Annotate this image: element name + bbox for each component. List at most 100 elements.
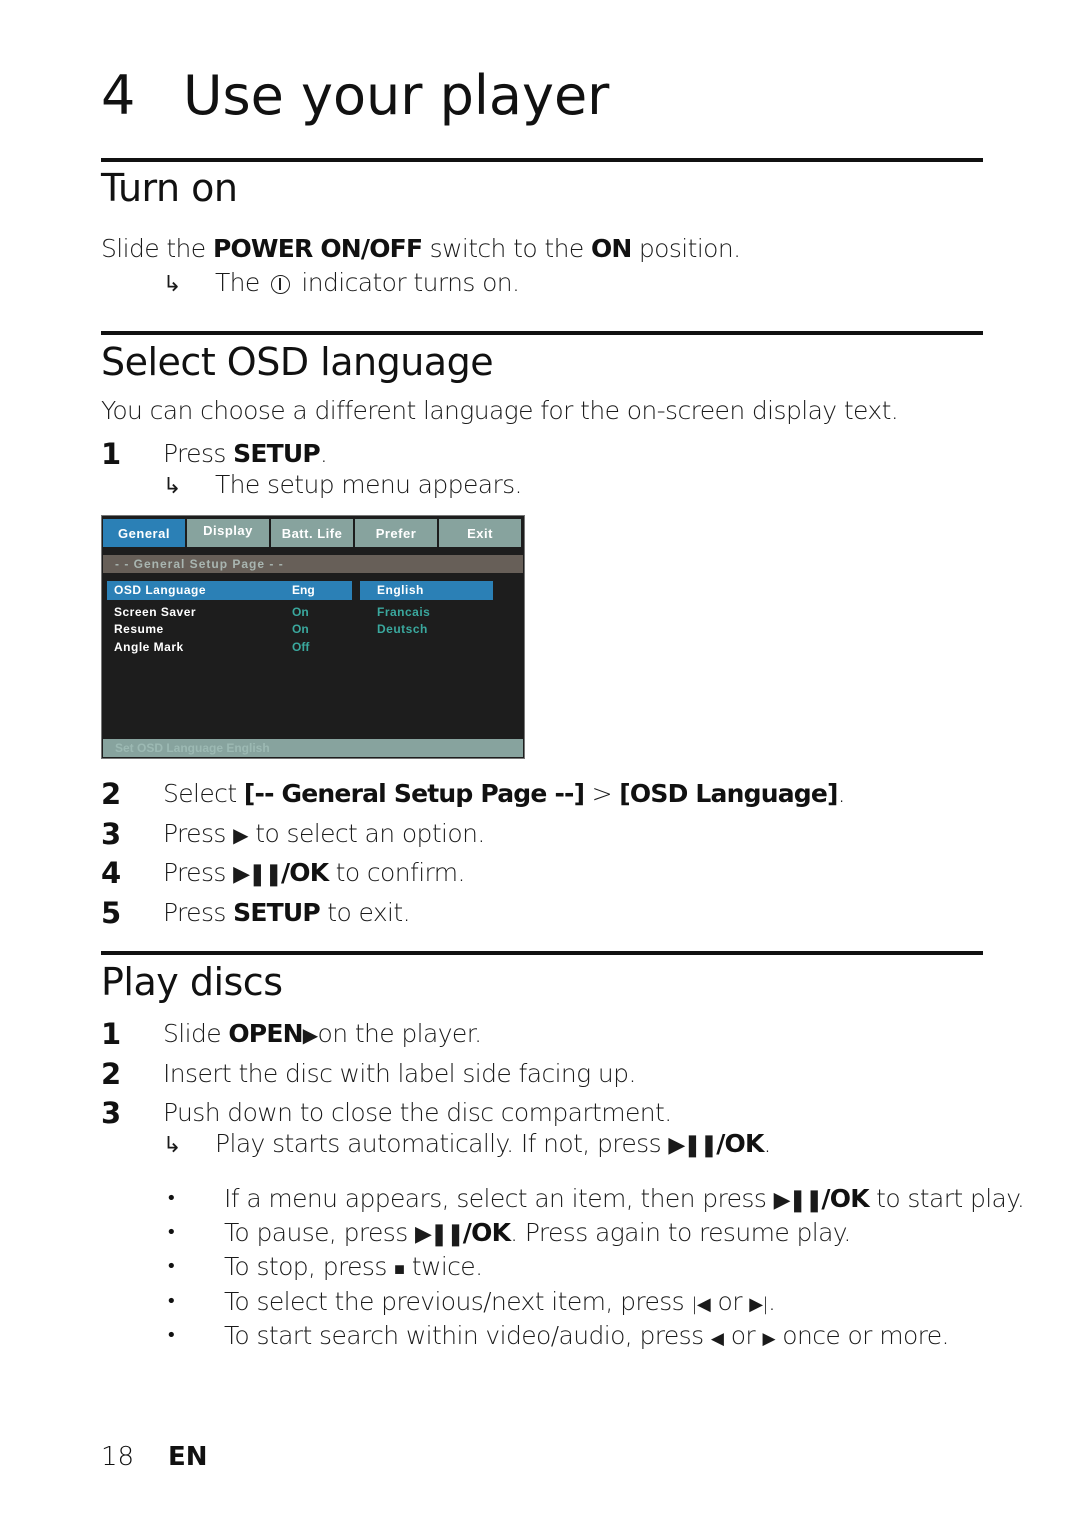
bullet-text: To stop, press ■ twice. <box>224 1252 483 1281</box>
page-number: 18 <box>101 1442 135 1472</box>
text: . <box>837 779 846 808</box>
text: switch to the <box>422 234 591 263</box>
bullet-item: • To stop, press ■ twice. <box>0 1252 1080 1288</box>
text: to start play. <box>868 1184 1025 1213</box>
next-icon: ▶| <box>749 1294 768 1315</box>
osd-tab-general[interactable]: General <box>103 519 185 547</box>
turn-on-instruction: Slide the POWER ON/OFF switch to the ON … <box>101 234 741 263</box>
osd-tab-prefer[interactable]: Prefer <box>355 519 437 547</box>
on-label: ON <box>590 234 632 263</box>
osd-tab-display[interactable]: Display <box>187 519 269 547</box>
setup-key-label: SETUP <box>233 439 321 468</box>
result-arrow-icon: ↳ <box>163 474 181 499</box>
osd-row-value: Eng <box>292 583 315 597</box>
step-number: 1 <box>101 437 122 471</box>
osd-row-label[interactable]: Angle Mark <box>114 640 184 654</box>
osd-step-5: 5 Press SETUP to exit. <box>0 896 1080 936</box>
text: or <box>710 1287 750 1316</box>
result-arrow-icon: ↳ <box>163 1133 181 1158</box>
play-step-2: 2 Insert the disc with label side facing… <box>0 1057 1080 1097</box>
bullet-icon: • <box>166 1291 177 1312</box>
section-heading-play-discs: Play discs <box>101 960 283 1004</box>
osd-option-deutsch[interactable]: Deutsch <box>377 622 428 636</box>
text: twice. <box>404 1252 483 1281</box>
play-step-1: 1 Slide OPEN▶on the player. <box>0 1017 1080 1057</box>
menu-path-osd-language: [OSD Language] <box>619 779 838 808</box>
osd-row-label[interactable]: OSD Language <box>114 583 206 597</box>
text: to exit. <box>319 898 410 927</box>
step-text: Press SETUP. <box>163 439 328 468</box>
osd-row-value: Off <box>292 640 310 654</box>
section-divider <box>101 951 983 955</box>
step-number: 2 <box>101 1057 122 1091</box>
setup-key-label: SETUP <box>233 898 321 927</box>
text: . Press again to resume play. <box>510 1218 851 1247</box>
bullet-text: To start search within video/audio, pres… <box>224 1321 950 1350</box>
chapter-title: 4 Use your player <box>101 64 609 127</box>
text: . <box>319 439 328 468</box>
osd-step-1: 1 Press SETUP. ↳ The setup menu appears. <box>0 437 1080 499</box>
text: to confirm. <box>328 858 466 887</box>
text: To stop, press <box>224 1252 395 1281</box>
play-pause-icon: ▶❚❚ <box>773 1188 824 1213</box>
open-key-label: OPEN <box>228 1019 303 1048</box>
osd-page-title: - - General Setup Page - - <box>103 555 523 573</box>
text: Press <box>163 819 234 848</box>
text: on the player. <box>317 1019 483 1048</box>
bullet-item: • To select the previous/next item, pres… <box>0 1287 1080 1323</box>
bullet-text: If a menu appears, select an item, then … <box>224 1184 1025 1213</box>
bullet-text: To select the previous/next item, press … <box>224 1287 776 1316</box>
osd-row-value: On <box>292 622 309 636</box>
step-number: 1 <box>101 1017 122 1051</box>
section-heading-turn-on: Turn on <box>101 166 238 210</box>
text: To pause, press <box>224 1218 415 1247</box>
step-text: Select [-- General Setup Page --] > [OSD… <box>163 779 846 808</box>
osd-intro: You can choose a different language for … <box>101 396 899 425</box>
text: Press <box>163 858 234 887</box>
text: Slide the <box>101 234 213 263</box>
bullet-item: • To start search within video/audio, pr… <box>0 1321 1080 1357</box>
osd-status-bar: Set OSD Language English <box>103 739 523 757</box>
step-text: Press ▶ to select an option. <box>163 819 485 848</box>
step-result: ↳ Play starts automatically. If not, pres… <box>163 1129 772 1158</box>
right-arrow-icon: ▶ <box>233 823 248 847</box>
osd-setup-screen: General Display Batt. Life Prefer Exit -… <box>101 515 525 759</box>
osd-step-4: 4 Press ▶❚❚/OK to confirm. <box>0 856 1080 896</box>
osd-step-3: 3 Press ▶ to select an option. <box>0 817 1080 857</box>
step-text: Insert the disc with label side facing u… <box>163 1059 636 1088</box>
play-pause-icon: ▶❚❚ <box>414 1222 465 1247</box>
osd-tab-batt-life[interactable]: Batt. Life <box>271 519 353 547</box>
text: The <box>215 268 268 297</box>
osd-row-label[interactable]: Resume <box>114 622 164 636</box>
text: To select the previous/next item, press <box>224 1287 692 1316</box>
step-text: Slide OPEN▶on the player. <box>163 1019 483 1048</box>
text: Press <box>163 439 234 468</box>
bullet-item: • If a menu appears, select an item, the… <box>0 1184 1080 1220</box>
result-arrow-icon: ↳ <box>163 272 181 297</box>
text: Play starts automatically. If not, press <box>215 1129 669 1158</box>
text: . <box>767 1287 776 1316</box>
bullet-icon: • <box>166 1188 177 1209</box>
text: The setup menu appears. <box>215 470 523 499</box>
section-heading-osd: Select OSD language <box>101 340 494 384</box>
osd-option-francais[interactable]: Francais <box>377 605 430 619</box>
play-pause-icon: ▶❚❚ <box>668 1133 718 1158</box>
play-step-3: 3 Push down to close the disc compartmen… <box>0 1096 1080 1166</box>
menu-path-general: [-- General Setup Page --] <box>243 779 585 808</box>
bullet-icon: • <box>166 1222 177 1243</box>
step-result: ↳ The setup menu appears. <box>163 470 523 499</box>
step-number: 4 <box>101 856 122 890</box>
osd-tab-exit[interactable]: Exit <box>439 519 521 547</box>
text: Select <box>163 779 244 808</box>
bullet-icon: • <box>166 1325 177 1346</box>
play-pause-icon: ▶❚❚ <box>233 862 283 887</box>
step-number: 5 <box>101 896 122 930</box>
text: To start search within video/audio, pres… <box>224 1321 711 1350</box>
step-text: Press ▶❚❚/OK to confirm. <box>163 858 465 887</box>
language-code: EN <box>168 1442 208 1472</box>
text: If a menu appears, select an item, then … <box>224 1184 774 1213</box>
osd-option-english[interactable]: English <box>377 583 424 597</box>
text: . <box>763 1129 772 1158</box>
osd-row-label[interactable]: Screen Saver <box>114 605 196 619</box>
text: > <box>584 779 620 808</box>
